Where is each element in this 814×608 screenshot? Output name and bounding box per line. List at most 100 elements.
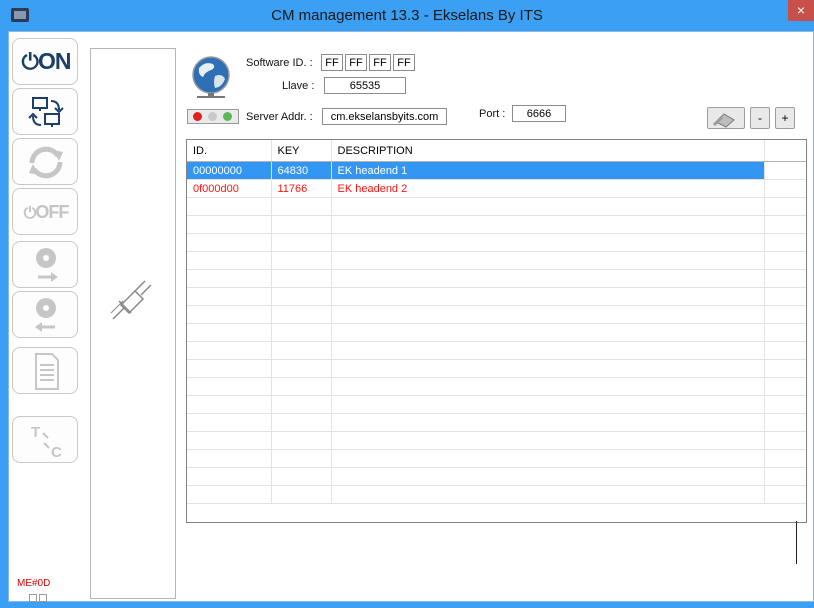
empty-cell — [271, 197, 332, 216]
empty-row — [187, 449, 806, 468]
side-panel — [90, 48, 176, 599]
empty-row — [187, 323, 806, 342]
column-extra — [764, 140, 806, 162]
empty-row — [187, 305, 806, 324]
empty-row — [187, 359, 806, 378]
empty-cell — [187, 269, 272, 288]
empty-row — [187, 251, 806, 270]
disc-export-button[interactable] — [12, 241, 78, 288]
table-row[interactable]: 0f000d00 11766 EK headend 2 — [187, 179, 806, 198]
status-led-red — [193, 112, 202, 121]
status-led-green — [223, 112, 232, 121]
empty-cell — [764, 359, 806, 378]
disc-arrow-left-icon — [35, 298, 56, 332]
disc-import-button[interactable] — [12, 291, 78, 338]
llave-field[interactable]: 65535 — [324, 77, 406, 94]
empty-cell — [764, 413, 806, 432]
empty-cell — [764, 305, 806, 324]
main-window: ⏻ON ⏻OFF T C ME#0D Software ID.: FF FF … — [8, 31, 814, 602]
transfer-button[interactable] — [12, 88, 78, 135]
empty-row — [187, 287, 806, 306]
empty-cell — [331, 251, 765, 270]
empty-cell — [271, 269, 332, 288]
empty-cell — [764, 251, 806, 270]
empty-cell — [764, 485, 806, 504]
column-id[interactable]: ID. — [187, 140, 272, 162]
computers-swap-icon — [28, 97, 64, 127]
window-title: CM management 13.3 - Ekselans By ITS — [271, 7, 543, 24]
empty-cell — [187, 377, 272, 396]
cell-key: 11766 — [271, 179, 332, 198]
plus-button[interactable]: + — [775, 107, 795, 129]
table-body: 00000000 64830 EK headend 1 0f000d00 117… — [187, 161, 806, 504]
empty-cell — [764, 395, 806, 414]
empty-cell — [331, 359, 765, 378]
unplugged-icon — [110, 280, 152, 320]
empty-cell — [764, 233, 806, 252]
cell-extra — [764, 161, 806, 180]
server-address-field[interactable]: cm.ekselansbyits.com — [322, 108, 447, 125]
empty-cell — [271, 377, 332, 396]
software-id-byte-4[interactable]: FF — [393, 54, 415, 71]
empty-row — [187, 341, 806, 360]
status-code: ME#0D — [17, 578, 51, 589]
svg-text:C: C — [51, 444, 62, 461]
column-key[interactable]: KEY — [271, 140, 332, 162]
empty-cell — [764, 197, 806, 216]
cell-id: 00000000 — [187, 161, 272, 180]
empty-cell — [331, 449, 765, 468]
empty-cell — [764, 449, 806, 468]
connect-on-button[interactable]: ⏻ON — [12, 38, 78, 85]
empty-cell — [764, 215, 806, 234]
document-icon — [35, 353, 59, 390]
empty-cell — [187, 431, 272, 450]
empty-row — [187, 485, 806, 504]
server-label: Server Addr. : — [246, 111, 313, 123]
empty-cell — [764, 377, 806, 396]
translate-button[interactable]: T C — [12, 416, 78, 463]
empty-cell — [271, 215, 332, 234]
empty-cell — [187, 449, 272, 468]
software-id-label: Software ID. : — [246, 57, 313, 69]
empty-cell — [331, 377, 765, 396]
empty-cell — [331, 233, 765, 252]
empty-cell — [271, 431, 332, 450]
close-button[interactable]: × — [788, 0, 814, 21]
refresh-icon — [29, 146, 63, 179]
off-button[interactable]: ⏻OFF — [12, 188, 78, 235]
minus-button[interactable]: - — [750, 107, 770, 129]
cell-description: EK headend 2 — [331, 179, 765, 198]
refresh-button[interactable] — [12, 138, 78, 185]
empty-cell — [187, 395, 272, 414]
title-bar: CM management 13.3 - Ekselans By ITS × — [0, 0, 814, 31]
empty-cell — [331, 215, 765, 234]
empty-cell — [331, 413, 765, 432]
empty-cell — [764, 287, 806, 306]
connection-status-indicator — [187, 109, 239, 124]
globe-network-icon — [192, 56, 230, 98]
empty-cell — [764, 467, 806, 486]
column-description[interactable]: DESCRIPTION — [331, 140, 765, 162]
off-label: ⏻OFF — [23, 202, 70, 222]
status-indicators — [29, 591, 49, 605]
software-id-byte-3[interactable]: FF — [369, 54, 391, 71]
eraser-button[interactable] — [707, 107, 745, 129]
empty-cell — [271, 305, 332, 324]
empty-cell — [331, 305, 765, 324]
port-field[interactable]: 6666 — [512, 105, 566, 122]
document-button[interactable] — [12, 347, 78, 394]
empty-cell — [187, 197, 272, 216]
software-id-byte-2[interactable]: FF — [345, 54, 367, 71]
cell-id: 0f000d00 — [187, 179, 272, 198]
svg-text:T: T — [31, 424, 40, 441]
software-id-byte-1[interactable]: FF — [321, 54, 343, 71]
empty-cell — [271, 413, 332, 432]
empty-cell — [271, 323, 332, 342]
empty-cell — [331, 287, 765, 306]
empty-cell — [331, 341, 765, 360]
empty-row — [187, 431, 806, 450]
empty-cell — [187, 251, 272, 270]
empty-cell — [331, 269, 765, 288]
table-row[interactable]: 00000000 64830 EK headend 1 — [187, 161, 806, 180]
empty-cell — [764, 341, 806, 360]
